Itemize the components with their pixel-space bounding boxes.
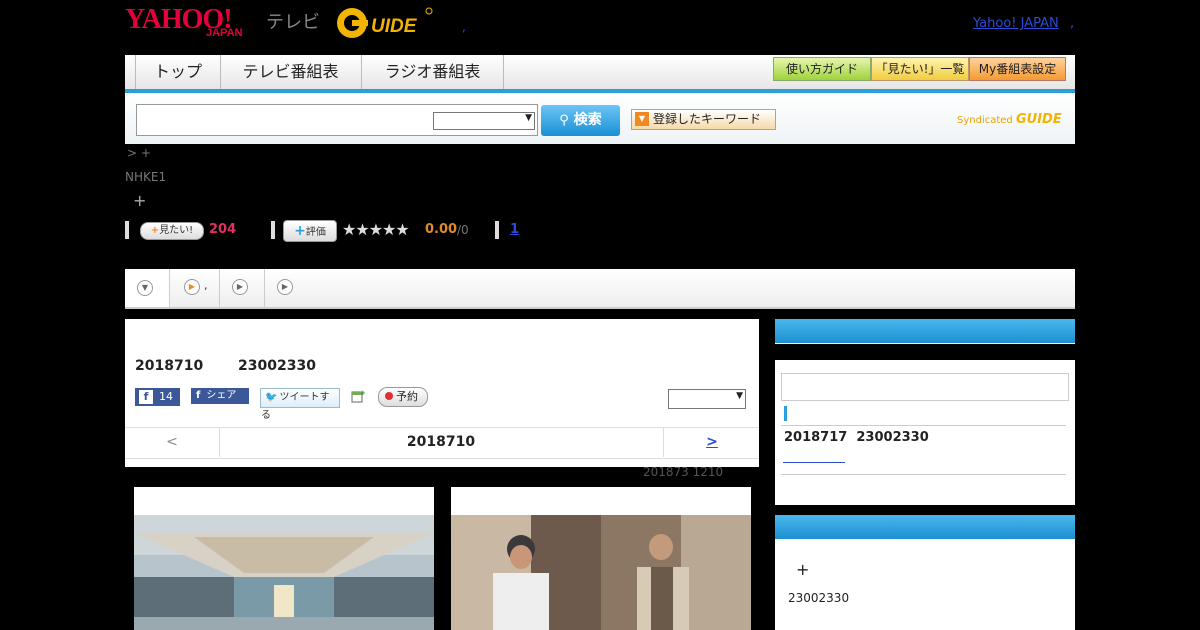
add-icon[interactable]: +	[796, 560, 809, 579]
next-broadcast: 2018717 23002330	[784, 430, 929, 445]
divider	[125, 221, 129, 239]
divider	[781, 425, 1066, 426]
facebook-like-button[interactable]: f 14	[135, 388, 180, 406]
architecture-image	[134, 515, 434, 630]
next-day-link[interactable]: >	[663, 427, 760, 457]
prev-day-link[interactable]: <	[125, 427, 220, 457]
facebook-like-count: 14	[159, 390, 173, 403]
svg-text:+: +	[360, 389, 365, 397]
updated-timestamp: 201873 1210	[643, 465, 724, 479]
want-list-button[interactable]: 「見たい!」一覧	[871, 57, 969, 81]
plus-icon[interactable]: +	[133, 191, 146, 210]
divider	[271, 221, 275, 239]
facebook-share-label: シェア	[206, 390, 237, 401]
twitter-icon: 🐦	[265, 392, 278, 403]
dropdown-arrow-icon: ▼	[635, 112, 649, 126]
rating-score: 0.00	[425, 222, 458, 237]
nav-radio-schedule[interactable]: ラジオ番組表	[362, 55, 504, 89]
next-broadcast-link[interactable]	[783, 450, 845, 463]
tab-2[interactable]: ▶	[220, 269, 265, 307]
want-button-label: 見たい!	[159, 225, 194, 236]
facebook-share-button[interactable]: f シェア	[191, 388, 249, 404]
search-category-select[interactable]: ▼	[433, 112, 535, 130]
evaluate-button[interactable]: +評価	[283, 220, 337, 242]
search-icon: ⚲	[559, 113, 569, 128]
divider	[495, 221, 499, 239]
japan-logo-text: JAPAN	[206, 27, 243, 39]
tab-3[interactable]: ▶	[265, 269, 309, 307]
review-link[interactable]: 1	[510, 222, 519, 237]
play-icon: ▶	[184, 279, 200, 295]
rating-stars: ★★★★★	[342, 220, 410, 239]
main-nav: トップ テレビ番組表 ラジオ番組表 使い方ガイド 「見たい!」一覧 My番組表設…	[125, 55, 1075, 93]
program-date: 2018710	[135, 358, 204, 374]
share-select[interactable]: ▼	[668, 389, 746, 409]
tab-strip: ▼ ▶ , ▶ ▶	[125, 269, 1075, 309]
play-icon: ▶	[277, 279, 293, 295]
tweet-button[interactable]: 🐦 ツイートする	[260, 388, 340, 421]
tab-1-label: ,	[204, 279, 208, 292]
facebook-icon: f	[139, 390, 153, 404]
program-image-2[interactable]	[451, 487, 751, 630]
nav-top[interactable]: トップ	[135, 55, 221, 89]
header-extra-link[interactable]: ,	[1070, 16, 1074, 31]
related-time: 23002330	[788, 591, 850, 605]
breadcrumb[interactable]: > +	[127, 146, 151, 160]
tab-1[interactable]: ▶ ,	[170, 269, 220, 307]
next-broadcast-date: 2018717	[784, 430, 848, 445]
want-count: 204	[209, 222, 237, 237]
add-icon: +	[150, 225, 160, 236]
channel-name: NHKE1	[125, 170, 167, 184]
reserve-label: 予約	[396, 390, 418, 403]
current-date: 2018710	[406, 434, 476, 450]
calendar-add-icon[interactable]: +	[351, 389, 365, 403]
sidebar-header	[775, 319, 1075, 343]
gguide-logo[interactable]: UIDE	[335, 6, 433, 40]
program-image-1[interactable]	[134, 487, 434, 630]
next-broadcast-time: 23002330	[856, 430, 929, 445]
yahoo-japan-link[interactable]: Yahoo! JAPAN	[973, 16, 1059, 31]
registered-keywords-button[interactable]: ▼ 登録したキーワード	[631, 109, 776, 130]
record-icon	[385, 392, 393, 400]
reserve-button[interactable]: 予約	[378, 387, 428, 407]
chevron-down-icon: ▼	[137, 280, 153, 296]
syndicated-gguide-logo: Syndicated GUIDE	[957, 112, 1062, 127]
want-button[interactable]: +見たい!	[140, 222, 204, 240]
divider	[781, 474, 1066, 475]
registered-keywords-label: 登録したキーワード	[653, 112, 762, 126]
facebook-icon: f	[196, 390, 201, 401]
usage-guide-button[interactable]: 使い方ガイド	[773, 57, 871, 81]
sidebar-header	[775, 515, 1075, 539]
section-marker	[784, 406, 787, 421]
search-button-label: 検索	[573, 112, 602, 128]
tv-logo-text[interactable]: テレビ	[266, 8, 320, 34]
search-button[interactable]: ⚲ 検索	[541, 105, 620, 136]
nav-tv-schedule[interactable]: テレビ番組表	[220, 55, 362, 89]
syndicated-logo-text: GUIDE	[1015, 112, 1062, 127]
chevron-down-icon: ▼	[736, 391, 743, 401]
people-image	[451, 515, 751, 630]
sidebar-subheader	[775, 344, 1075, 360]
evaluate-button-label: 評価	[305, 227, 326, 238]
header-small-link[interactable]: ,	[462, 20, 466, 34]
program-time: 23002330	[238, 358, 316, 374]
rating-count: /0	[457, 223, 469, 237]
play-icon: ▶	[232, 279, 248, 295]
add-icon: +	[294, 223, 306, 239]
syndicated-label: Syndicated	[957, 115, 1013, 126]
tab-active[interactable]: ▼	[125, 269, 170, 307]
svg-text:UIDE: UIDE	[371, 16, 418, 37]
my-schedule-settings-button[interactable]: My番組表設定	[969, 57, 1066, 81]
chevron-down-icon: ▼	[525, 113, 532, 123]
sidebar-search-field[interactable]	[781, 373, 1069, 401]
